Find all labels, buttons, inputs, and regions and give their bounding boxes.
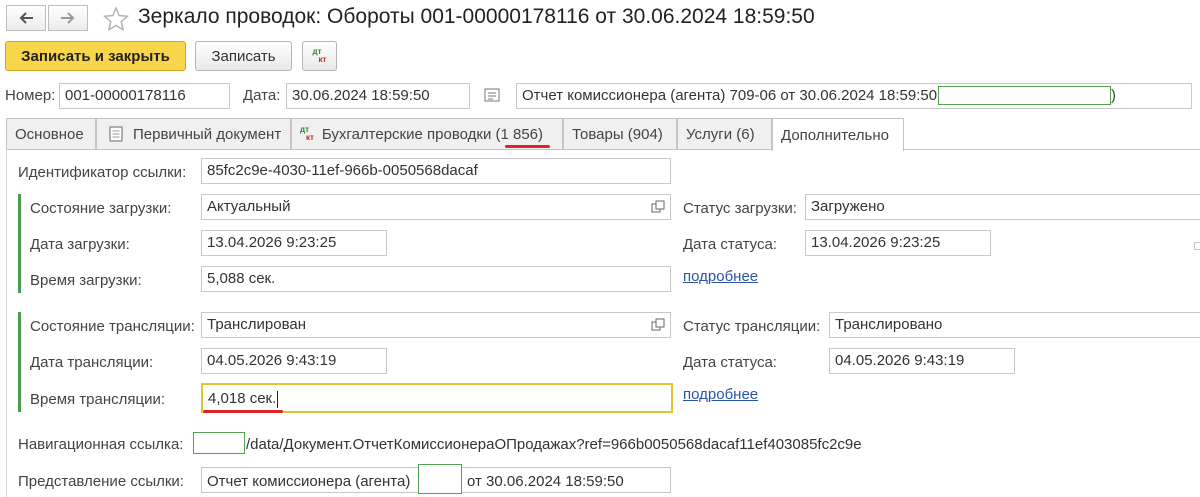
tab-label: Услуги (6) [686,125,755,143]
load-state-field[interactable]: Актуальный [201,194,671,220]
scroll-marker [1194,242,1200,250]
load-time-field[interactable]: 5,088 сек. [201,266,671,292]
open-icon[interactable] [651,200,665,214]
load-state-label: Состояние загрузки: [30,200,172,217]
date-label: Дата: [243,87,281,104]
dt-kt-button[interactable]: дт кт [302,41,337,71]
favorite-star-icon[interactable] [102,6,130,36]
translation-details-link[interactable]: подробнее [683,386,758,403]
document-list-icon[interactable] [484,88,500,106]
basis-document-suffix: ) [1111,87,1116,104]
translation-status-field[interactable]: Транслировано [829,312,1200,338]
document-icon [109,126,123,142]
load-date-field[interactable]: 13.04.2026 9:23:25 [201,230,387,256]
tab-label: Бухгалтерские проводки (1 856) [321,125,544,143]
load-state-value: Актуальный [207,198,291,215]
ref-id-field[interactable]: 85fc2c9e-4030-11ef-966b-0050568dacaf [201,158,671,184]
dt-kt-icon: дт кт [300,125,314,142]
forward-button[interactable] [48,5,88,31]
ref-id-label: Идентификатор ссылки: [18,164,187,181]
redacted-area [193,432,245,454]
tab-main[interactable]: Основное [6,118,96,149]
translation-date-field[interactable]: 04.05.2026 9:43:19 [201,348,387,374]
translation-time-value: 4,018 сек. [208,390,277,407]
translation-state-field[interactable]: Транслирован [201,312,671,338]
tab-additional[interactable]: Дополнительно [772,118,904,151]
load-time-label: Время загрузки: [30,272,142,289]
tab-panel-left-border [6,149,7,497]
window-title: Зеркало проводок: Обороты 001-0000017811… [138,5,815,28]
save-button[interactable]: Записать [195,41,292,71]
load-status-label: Статус загрузки: [683,200,797,217]
tab-services[interactable]: Услуги (6) [677,118,772,149]
load-group-marker [18,194,21,293]
translation-state-label: Состояние трансляции: [30,318,195,335]
load-status-date-field[interactable]: 13.04.2026 9:23:25 [805,230,991,256]
ref-repr-prefix: Отчет комиссионера (агента) [207,473,411,490]
date-field[interactable]: 30.06.2024 18:59:50 [286,83,470,109]
redacted-area [938,86,1111,105]
translation-status-date-field[interactable]: 04.05.2026 9:43:19 [829,348,1015,374]
ref-repr-suffix: от 30.06.2024 18:59:50 [467,473,624,490]
basis-document-value: Отчет комиссионера (агента) 709-06 от 30… [522,87,938,104]
back-button[interactable] [6,5,46,31]
text-cursor [277,390,279,408]
translation-status-date-label: Дата статуса: [683,354,777,371]
load-status-date-label: Дата статуса: [683,236,777,253]
tab-label: Основное [15,125,84,143]
tab-label: Товары (904) [572,125,663,143]
translation-time-field[interactable]: 4,018 сек. [201,383,673,413]
tab-panel-border [6,149,1200,150]
translation-state-value: Транслирован [207,316,307,333]
translation-time-label: Время трансляции: [30,391,166,408]
tab-goods[interactable]: Товары (904) [563,118,677,149]
arrow-left-icon [19,12,33,24]
tab-label: Дополнительно [781,126,889,144]
load-date-label: Дата загрузки: [30,236,130,253]
tab-primary-document[interactable]: Первичный документ [96,118,291,149]
number-field[interactable]: 001-00000178116 [59,83,230,109]
underline-mark [505,145,550,148]
redacted-area [418,464,462,494]
load-details-link[interactable]: подробнее [683,268,758,285]
open-icon[interactable] [651,318,665,332]
save-and-close-button[interactable]: Записать и закрыть [5,41,186,71]
dt-kt-icon: дт кт [312,47,327,64]
underline-mark [203,410,283,413]
nav-link-value[interactable]: /data/Документ.ОтчетКомиссионераОПродажа… [246,436,862,453]
translation-date-label: Дата трансляции: [30,354,154,371]
ref-repr-label: Представление ссылки: [18,473,184,490]
nav-link-label: Навигационная ссылка: [18,436,184,453]
number-label: Номер: [5,87,56,104]
tab-label: Первичный документ [133,125,282,143]
translation-status-label: Статус трансляции: [683,318,821,335]
translation-group-marker [18,312,21,412]
load-status-field[interactable]: Загружено [805,194,1200,220]
arrow-right-icon [61,12,75,24]
